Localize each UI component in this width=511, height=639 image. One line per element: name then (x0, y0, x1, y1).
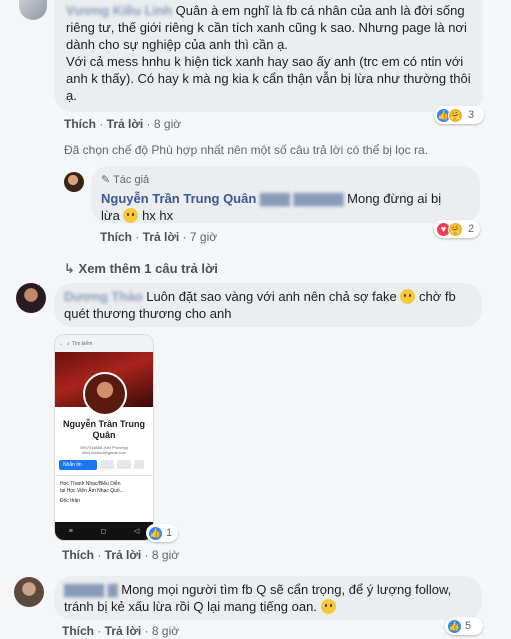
reply-actions: Thích · Trả lời · 7 giờ (100, 230, 218, 244)
reply-link[interactable]: Trả lời (105, 624, 142, 638)
see-more-replies[interactable]: ↳ Xem thêm 1 câu trả lời (64, 261, 218, 277)
menu-icon: ≡ (68, 527, 73, 535)
comment-actions: Thích · Trả lời · 8 giờ (62, 624, 180, 638)
profile-name: Nguyễn Trần Trung Quân (62, 419, 145, 440)
reply-bubble: ✎ Tác giả Nguyễn Trần Trung Quân ▇▇▇ ▇▇▇… (91, 166, 480, 223)
comment-bubble: Vương Kiều Linh Quân à em nghĩ là fb cá … (54, 0, 483, 112)
like-link[interactable]: Thích (64, 117, 96, 131)
message-button: Nhắn tin (59, 460, 97, 470)
reaction-count: 1 (166, 527, 173, 539)
author-badge: ✎ Tác giả (101, 174, 150, 186)
sad-emoji-icon (320, 599, 336, 614)
reply-link[interactable]: Trả lời (107, 117, 144, 131)
profile-email: nthq.contact@gmail.com (81, 450, 127, 455)
cover-photo (55, 352, 153, 416)
back-icon: ◁ (133, 528, 140, 535)
timestamp[interactable]: 8 giờ (152, 624, 179, 638)
commenter-avatar[interactable] (14, 577, 44, 607)
mention-tag[interactable]: ▇▇▇ ▇▇▇▇▇ (260, 191, 344, 206)
smile-emoji-icon (400, 289, 416, 304)
comment-author[interactable]: Dương Thảo (64, 289, 143, 304)
disappointed-emoji-icon (123, 208, 139, 223)
reply-link[interactable]: Trả lời (143, 230, 180, 244)
reply-link[interactable]: Trả lời (105, 548, 142, 562)
comment-image[interactable]: ← ⌕ Tìm kiếm Nguyễn Trần Trung Quân 0947… (54, 334, 154, 541)
comment-text: Mong mọi người tìm fb Q sẽ cẩn trọng, để… (64, 582, 452, 614)
like-link[interactable]: Thích (100, 230, 132, 244)
like-link[interactable]: Thích (62, 624, 94, 638)
reaction-summary[interactable]: 👍 🤗 3 (434, 106, 484, 124)
timestamp[interactable]: 8 giờ (152, 548, 179, 562)
care-reaction-icon: 🤗 (448, 221, 463, 237)
reply-text: Mong đừng ai bị (347, 191, 442, 206)
image-search-bar: ← ⌕ Tìm kiếm (55, 335, 153, 352)
reaction-count: 5 (465, 620, 472, 632)
profile-status: Độc thân (60, 498, 81, 504)
commenter-avatar[interactable] (19, 0, 47, 20)
author-badge-icon: ✎ (101, 174, 111, 186)
like-link[interactable]: Thích (62, 548, 94, 562)
reply-arrow-icon: ↳ (64, 261, 75, 276)
like-reaction-icon: 👍 (447, 618, 462, 634)
reaction-summary[interactable]: 👍 1 (146, 524, 178, 542)
reaction-count: 3 (468, 109, 475, 121)
search-icon: ⌕ (67, 340, 70, 347)
profile-education: Học Thanh Nhạc/Biểu Diễn tại Học Viện Âm… (55, 475, 153, 495)
comment-author[interactable]: Vương Kiều Linh (66, 3, 172, 18)
timestamp[interactable]: 8 giờ (154, 117, 181, 131)
reaction-summary[interactable]: ♥ 🤗 2 (434, 220, 480, 238)
author-avatar[interactable] (64, 172, 84, 192)
like-reaction-icon: 👍 (148, 525, 163, 541)
filter-notice: Đã chọn chế độ Phù hợp nhất nên một số c… (64, 143, 428, 157)
timestamp[interactable]: 7 giờ (190, 230, 217, 244)
commenter-avatar[interactable] (16, 283, 46, 313)
comment-text: Quân à em nghĩ là fb cá nhân của anh là … (66, 3, 471, 103)
comment-bubble: ▇▇▇▇ ▇ Mong mọi người tìm fb Q sẽ cẩn tr… (54, 576, 482, 620)
comment-text: Luôn đặt sao vàng với anh nên chả sợ fak… (146, 289, 397, 304)
home-icon: ◻ (100, 528, 107, 535)
comment-bubble: Dương Thảo Luôn đặt sao vàng với anh nên… (54, 283, 482, 327)
comment-actions: Thích · Trả lời · 8 giờ (64, 117, 182, 131)
profile-picture (83, 372, 127, 416)
comment-author[interactable]: ▇▇▇▇ ▇ (64, 582, 118, 597)
back-arrow-icon: ← (59, 340, 64, 347)
profile-buttons: Nhắn tin (59, 460, 149, 470)
reaction-summary[interactable]: 👍 5 (445, 617, 483, 635)
reaction-count: 2 (468, 223, 475, 235)
comment-actions: Thích · Trả lời · 8 giờ (62, 548, 180, 562)
phone-nav-bar: ≡ ◻ ◁ (55, 522, 153, 540)
care-reaction-icon: 🤗 (448, 107, 463, 123)
reply-author[interactable]: Nguyễn Trần Trung Quân (101, 191, 256, 206)
